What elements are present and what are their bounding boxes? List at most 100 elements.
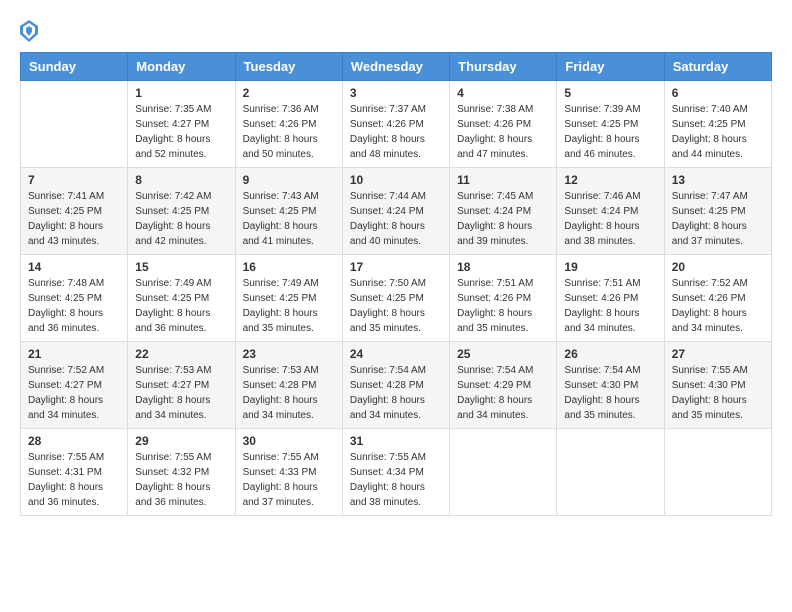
- day-number: 18: [457, 260, 549, 274]
- header-day-tuesday: Tuesday: [235, 53, 342, 81]
- calendar-cell: 1 Sunrise: 7:35 AMSunset: 4:27 PMDaylight…: [128, 81, 235, 168]
- day-info: Sunrise: 7:40 AMSunset: 4:25 PMDaylight:…: [672, 102, 764, 162]
- day-number: 24: [350, 347, 442, 361]
- header: [20, 20, 772, 42]
- calendar-cell: [557, 429, 664, 516]
- day-info: Sunrise: 7:55 AMSunset: 4:31 PMDaylight:…: [28, 450, 120, 510]
- day-number: 27: [672, 347, 764, 361]
- day-number: 29: [135, 434, 227, 448]
- week-row-0: 1 Sunrise: 7:35 AMSunset: 4:27 PMDaylight…: [21, 81, 772, 168]
- day-number: 21: [28, 347, 120, 361]
- day-number: 17: [350, 260, 442, 274]
- week-row-2: 14 Sunrise: 7:48 AMSunset: 4:25 PMDayligh…: [21, 255, 772, 342]
- day-info: Sunrise: 7:37 AMSunset: 4:26 PMDaylight:…: [350, 102, 442, 162]
- calendar-cell: 13 Sunrise: 7:47 AMSunset: 4:25 PMDayligh…: [664, 168, 771, 255]
- day-number: 10: [350, 173, 442, 187]
- calendar-cell: 9 Sunrise: 7:43 AMSunset: 4:25 PMDaylight…: [235, 168, 342, 255]
- day-info: Sunrise: 7:53 AMSunset: 4:28 PMDaylight:…: [243, 363, 335, 423]
- day-number: 5: [564, 86, 656, 100]
- day-info: Sunrise: 7:52 AMSunset: 4:26 PMDaylight:…: [672, 276, 764, 336]
- calendar-cell: 5 Sunrise: 7:39 AMSunset: 4:25 PMDaylight…: [557, 81, 664, 168]
- header-day-saturday: Saturday: [664, 53, 771, 81]
- day-number: 25: [457, 347, 549, 361]
- day-info: Sunrise: 7:55 AMSunset: 4:30 PMDaylight:…: [672, 363, 764, 423]
- day-info: Sunrise: 7:44 AMSunset: 4:24 PMDaylight:…: [350, 189, 442, 249]
- day-number: 3: [350, 86, 442, 100]
- header-day-wednesday: Wednesday: [342, 53, 449, 81]
- day-number: 19: [564, 260, 656, 274]
- week-row-4: 28 Sunrise: 7:55 AMSunset: 4:31 PMDayligh…: [21, 429, 772, 516]
- day-info: Sunrise: 7:42 AMSunset: 4:25 PMDaylight:…: [135, 189, 227, 249]
- day-info: Sunrise: 7:39 AMSunset: 4:25 PMDaylight:…: [564, 102, 656, 162]
- day-info: Sunrise: 7:45 AMSunset: 4:24 PMDaylight:…: [457, 189, 549, 249]
- logo: [20, 20, 42, 42]
- day-info: Sunrise: 7:46 AMSunset: 4:24 PMDaylight:…: [564, 189, 656, 249]
- day-number: 16: [243, 260, 335, 274]
- day-number: 9: [243, 173, 335, 187]
- calendar-cell: 12 Sunrise: 7:46 AMSunset: 4:24 PMDayligh…: [557, 168, 664, 255]
- logo-icon: [20, 20, 38, 42]
- calendar-cell: 25Sunrise: 7:54 AMSunset: 4:29 PMDayligh…: [450, 342, 557, 429]
- calendar-cell: [21, 81, 128, 168]
- day-number: 31: [350, 434, 442, 448]
- calendar-cell: 28 Sunrise: 7:55 AMSunset: 4:31 PMDayligh…: [21, 429, 128, 516]
- calendar-cell: 27 Sunrise: 7:55 AMSunset: 4:30 PMDayligh…: [664, 342, 771, 429]
- calendar-cell: 10 Sunrise: 7:44 AMSunset: 4:24 PMDayligh…: [342, 168, 449, 255]
- header-day-friday: Friday: [557, 53, 664, 81]
- day-info: Sunrise: 7:48 AMSunset: 4:25 PMDaylight:…: [28, 276, 120, 336]
- day-info: Sunrise: 7:35 AMSunset: 4:27 PMDaylight:…: [135, 102, 227, 162]
- calendar-cell: 18 Sunrise: 7:51 AMSunset: 4:26 PMDayligh…: [450, 255, 557, 342]
- day-number: 14: [28, 260, 120, 274]
- day-info: Sunrise: 7:38 AMSunset: 4:26 PMDaylight:…: [457, 102, 549, 162]
- day-info: Sunrise: 7:55 AMSunset: 4:33 PMDaylight:…: [243, 450, 335, 510]
- calendar-cell: 23 Sunrise: 7:53 AMSunset: 4:28 PMDayligh…: [235, 342, 342, 429]
- day-number: 1: [135, 86, 227, 100]
- day-info: Sunrise: 7:49 AMSunset: 4:25 PMDaylight:…: [135, 276, 227, 336]
- day-info: Sunrise: 7:47 AMSunset: 4:25 PMDaylight:…: [672, 189, 764, 249]
- day-info: Sunrise: 7:54 AMSunset: 4:28 PMDaylight:…: [350, 363, 442, 423]
- day-info: Sunrise: 7:55 AMSunset: 4:34 PMDaylight:…: [350, 450, 442, 510]
- calendar-cell: 22 Sunrise: 7:53 AMSunset: 4:27 PMDayligh…: [128, 342, 235, 429]
- calendar-cell: [450, 429, 557, 516]
- day-info: Sunrise: 7:41 AMSunset: 4:25 PMDaylight:…: [28, 189, 120, 249]
- day-number: 11: [457, 173, 549, 187]
- calendar-cell: 24 Sunrise: 7:54 AMSunset: 4:28 PMDayligh…: [342, 342, 449, 429]
- calendar-cell: 19 Sunrise: 7:51 AMSunset: 4:26 PMDayligh…: [557, 255, 664, 342]
- calendar-cell: 7Sunrise: 7:41 AMSunset: 4:25 PMDaylight…: [21, 168, 128, 255]
- day-number: 22: [135, 347, 227, 361]
- day-info: Sunrise: 7:43 AMSunset: 4:25 PMDaylight:…: [243, 189, 335, 249]
- calendar-cell: 4 Sunrise: 7:38 AMSunset: 4:26 PMDaylight…: [450, 81, 557, 168]
- calendar-header-row: SundayMondayTuesdayWednesdayThursdayFrid…: [21, 53, 772, 81]
- day-info: Sunrise: 7:49 AMSunset: 4:25 PMDaylight:…: [243, 276, 335, 336]
- calendar-cell: 2Sunrise: 7:36 AMSunset: 4:26 PMDaylight…: [235, 81, 342, 168]
- day-number: 30: [243, 434, 335, 448]
- day-info: Sunrise: 7:53 AMSunset: 4:27 PMDaylight:…: [135, 363, 227, 423]
- day-number: 4: [457, 86, 549, 100]
- day-number: 13: [672, 173, 764, 187]
- week-row-3: 21Sunrise: 7:52 AMSunset: 4:27 PMDayligh…: [21, 342, 772, 429]
- calendar-cell: [664, 429, 771, 516]
- day-number: 28: [28, 434, 120, 448]
- day-number: 20: [672, 260, 764, 274]
- day-info: Sunrise: 7:51 AMSunset: 4:26 PMDaylight:…: [457, 276, 549, 336]
- calendar-cell: 31 Sunrise: 7:55 AMSunset: 4:34 PMDayligh…: [342, 429, 449, 516]
- calendar-cell: 11 Sunrise: 7:45 AMSunset: 4:24 PMDayligh…: [450, 168, 557, 255]
- day-number: 23: [243, 347, 335, 361]
- day-info: Sunrise: 7:36 AMSunset: 4:26 PMDaylight:…: [243, 102, 335, 162]
- calendar-cell: 20 Sunrise: 7:52 AMSunset: 4:26 PMDayligh…: [664, 255, 771, 342]
- calendar: SundayMondayTuesdayWednesdayThursdayFrid…: [20, 52, 772, 516]
- day-info: Sunrise: 7:54 AMSunset: 4:30 PMDaylight:…: [564, 363, 656, 423]
- day-number: 26: [564, 347, 656, 361]
- day-number: 12: [564, 173, 656, 187]
- calendar-cell: 26 Sunrise: 7:54 AMSunset: 4:30 PMDayligh…: [557, 342, 664, 429]
- calendar-cell: 30 Sunrise: 7:55 AMSunset: 4:33 PMDayligh…: [235, 429, 342, 516]
- calendar-cell: 29Sunrise: 7:55 AMSunset: 4:32 PMDayligh…: [128, 429, 235, 516]
- day-info: Sunrise: 7:50 AMSunset: 4:25 PMDaylight:…: [350, 276, 442, 336]
- day-number: 15: [135, 260, 227, 274]
- calendar-cell: 17 Sunrise: 7:50 AMSunset: 4:25 PMDayligh…: [342, 255, 449, 342]
- calendar-cell: 8 Sunrise: 7:42 AMSunset: 4:25 PMDaylight…: [128, 168, 235, 255]
- header-day-sunday: Sunday: [21, 53, 128, 81]
- day-number: 6: [672, 86, 764, 100]
- day-number: 8: [135, 173, 227, 187]
- day-info: Sunrise: 7:51 AMSunset: 4:26 PMDaylight:…: [564, 276, 656, 336]
